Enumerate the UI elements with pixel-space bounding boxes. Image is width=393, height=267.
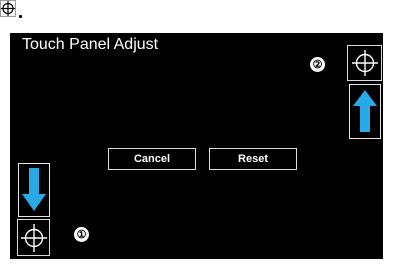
- calibration-target-top-right[interactable]: [347, 45, 382, 81]
- arrow-down-icon: [22, 168, 46, 211]
- calibration-point-2-marker: ②: [310, 57, 325, 72]
- arrow-down-indicator: [18, 163, 50, 217]
- period-dot: [19, 15, 22, 18]
- arrow-up-icon: [353, 90, 377, 132]
- page-title: Touch Panel Adjust: [22, 36, 159, 53]
- touch-panel-adjust-screen: Touch Panel Adjust ② Cancel Reset ①: [10, 33, 383, 259]
- calibration-point-1-marker: ①: [74, 227, 89, 242]
- arrow-up-indicator: [349, 84, 381, 139]
- crosshair-target-icon: [351, 50, 378, 76]
- crosshair-target-icon: [20, 223, 47, 252]
- calibration-target-bottom-left[interactable]: [17, 219, 50, 256]
- reset-button[interactable]: Reset: [209, 148, 297, 170]
- cancel-button[interactable]: Cancel: [108, 148, 196, 170]
- crosshair-target-icon: [0, 0, 16, 17]
